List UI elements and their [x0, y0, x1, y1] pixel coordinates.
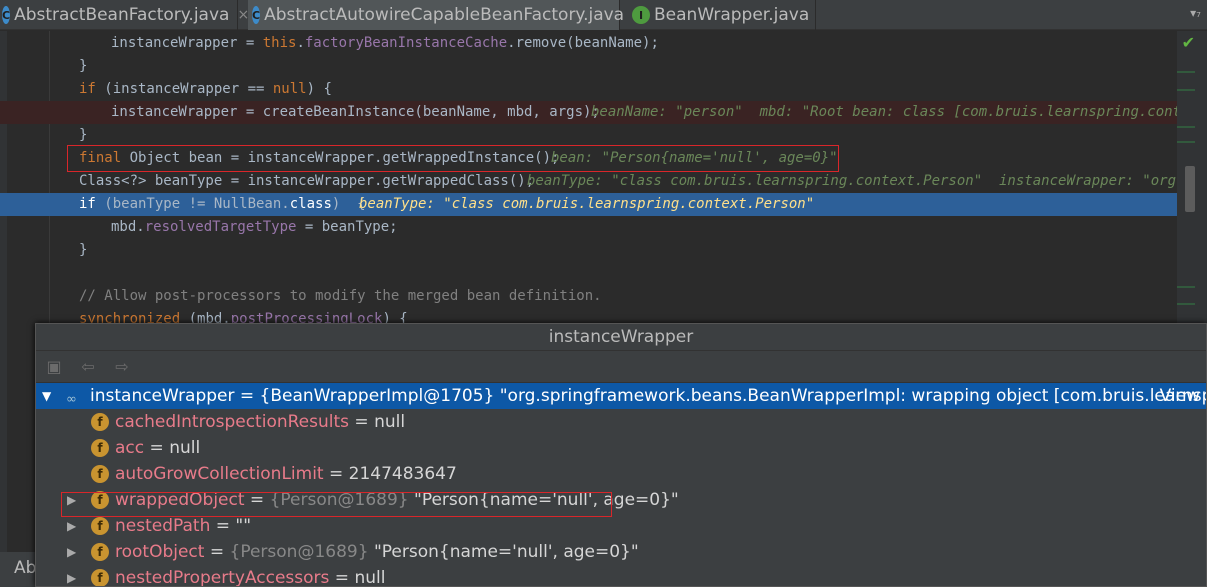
- tab-bean-wrapper[interactable]: I BeanWrapper.java: [628, 0, 816, 30]
- code-line: }: [79, 58, 88, 74]
- code-line: if (instanceWrapper == null) {: [79, 81, 332, 97]
- popup-toolbar: ▣ ⇦ ⇨: [36, 351, 1206, 383]
- expand-triangle-icon[interactable]: ▶: [67, 565, 76, 586]
- code-line: Class<?> beanType = instanceWrapper.getW…: [0, 170, 1207, 193]
- tab-list-menu-icon[interactable]: ▾₇: [1190, 6, 1201, 20]
- editor-tab-bar: C AbstractBeanFactory.java × C AbstractA…: [0, 0, 1207, 30]
- code-line: // Allow post-processors to modify the m…: [79, 288, 602, 304]
- field-icon: f: [91, 439, 109, 457]
- forward-arrow-icon[interactable]: ⇨: [112, 357, 132, 376]
- tab-label: BeanWrapper.java: [654, 5, 810, 25]
- tree-field-row[interactable]: ▶ f rootObject = {Person@1689} "Person{n…: [36, 539, 1206, 565]
- field-icon: f: [91, 465, 109, 483]
- tree-field-row[interactable]: f acc = null: [36, 435, 1206, 461]
- check-icon: ✔: [1181, 33, 1195, 52]
- code-line: }: [79, 242, 88, 258]
- navigate-icon[interactable]: ▣: [44, 357, 64, 376]
- collapse-triangle-icon[interactable]: ▼: [42, 383, 51, 409]
- tree-field-row[interactable]: f cachedIntrospectionResults = null: [36, 409, 1206, 435]
- scrollbar-thumb[interactable]: [1185, 166, 1195, 212]
- breakpoint-line: instanceWrapper = createBeanInstance(bea…: [0, 101, 1207, 124]
- highlight-box: [67, 145, 839, 172]
- tab-abstract-bean-factory[interactable]: C AbstractBeanFactory.java ×: [0, 0, 249, 30]
- code-line: }: [79, 127, 88, 143]
- watch-variable-icon: ∞: [66, 392, 77, 407]
- field-icon: f: [91, 569, 109, 586]
- inline-debug-value: beanType: "class com.bruis.learnspring.c…: [359, 196, 815, 212]
- field-icon: f: [91, 543, 109, 561]
- field-icon: f: [91, 517, 109, 535]
- field-icon: f: [91, 413, 109, 431]
- variable-tree: ▼ ∞ instanceWrapper = {BeanWrapperImpl@1…: [36, 383, 1206, 586]
- bottom-tab[interactable]: Ab: [0, 552, 40, 587]
- popup-title: instanceWrapper: [36, 324, 1206, 351]
- tree-root-row[interactable]: ▼ ∞ instanceWrapper = {BeanWrapperImpl@1…: [36, 383, 1206, 409]
- class-icon: C: [2, 6, 11, 24]
- back-arrow-icon[interactable]: ⇦: [78, 357, 98, 376]
- tab-abstract-autowire-capable-bean-factory[interactable]: C AbstractAutowireCapableBeanFactory.jav…: [248, 0, 644, 30]
- tree-field-row[interactable]: ▶ f nestedPropertyAccessors = null: [36, 565, 1206, 586]
- execution-point-line: if (beanType != NullBean.class) { beanTy…: [0, 193, 1197, 216]
- code-line: instanceWrapper = this.factoryBeanInstan…: [111, 35, 659, 51]
- code-line: mbd.resolvedTargetType = beanType;: [111, 219, 398, 235]
- class-icon: C: [252, 6, 261, 24]
- variable-inspect-popup: instanceWrapper ▣ ⇦ ⇨ ▼ ∞ instanceWrappe…: [35, 323, 1207, 587]
- interface-icon: I: [632, 6, 650, 24]
- highlight-box: [61, 492, 612, 517]
- tab-label: AbstractBeanFactory.java: [14, 5, 230, 25]
- inline-debug-value: beanName: "person" mbd: "Root bean: clas…: [591, 104, 1207, 120]
- tree-field-row[interactable]: f autoGrowCollectionLimit = 2147483647: [36, 461, 1206, 487]
- expand-triangle-icon[interactable]: ▶: [67, 539, 76, 565]
- error-stripe: ✔: [1177, 31, 1207, 331]
- inline-debug-value: beanType: "class com.bruis.learnspring.c…: [527, 173, 1207, 189]
- view-link[interactable]: View: [1160, 383, 1200, 409]
- tab-label: AbstractAutowireCapableBeanFactory.java: [264, 5, 625, 25]
